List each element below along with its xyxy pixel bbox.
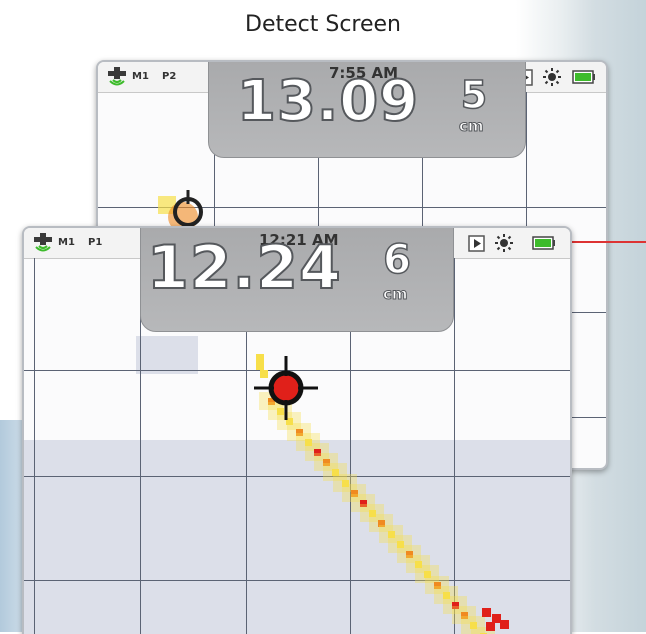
signal-cell bbox=[486, 622, 495, 631]
front-detect-screen: M1 P1 12:21 AM 12.24 6 cm bbox=[22, 226, 572, 634]
depth-unit: cm bbox=[459, 117, 485, 136]
battery-icon bbox=[572, 70, 595, 84]
mode-label: M1 bbox=[132, 71, 149, 82]
depth-value: 13.09 bbox=[236, 68, 420, 135]
page-title: Detect Screen bbox=[245, 12, 401, 37]
signal-trace-layer bbox=[24, 228, 570, 634]
depth-number: 5 bbox=[460, 72, 488, 118]
profile-label: P2 bbox=[162, 71, 177, 82]
sun-icon[interactable] bbox=[542, 67, 562, 87]
signal-cell bbox=[482, 608, 491, 617]
gps-icon[interactable] bbox=[106, 66, 128, 88]
signal-cell bbox=[500, 620, 509, 629]
depth-readout-panel: 7:55 AM 13.09 5 cm bbox=[208, 62, 526, 158]
crosshair-icon bbox=[254, 356, 318, 420]
